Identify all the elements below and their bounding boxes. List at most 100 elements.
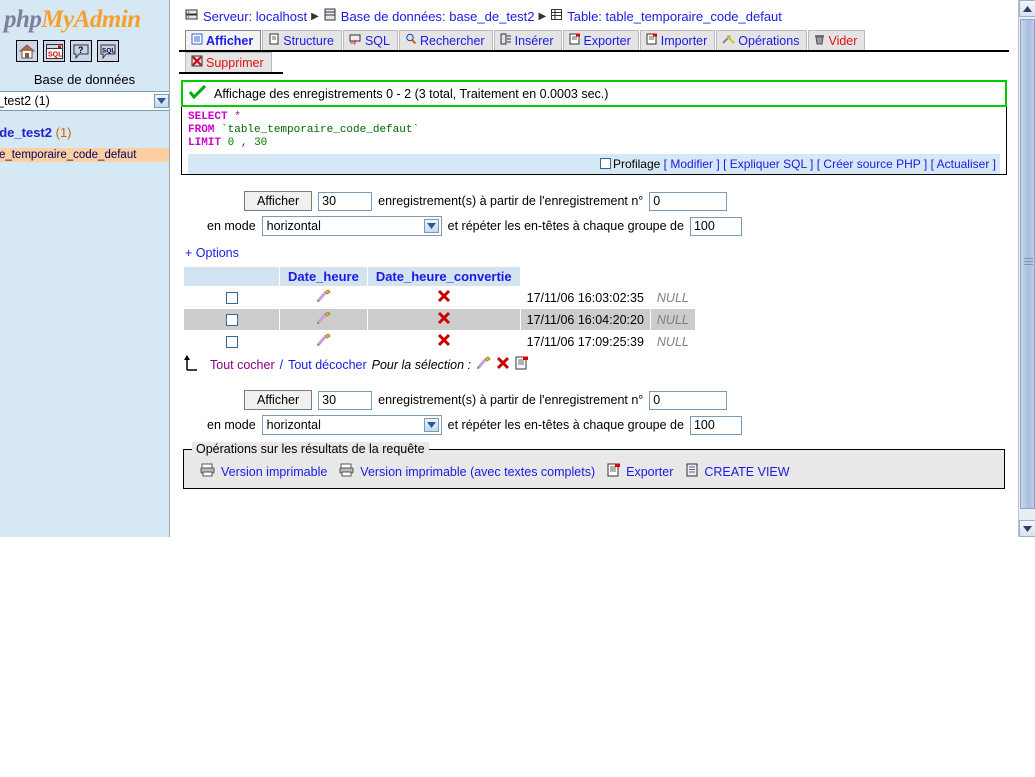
op-export[interactable]: Exporter [607,463,673,480]
vertical-scrollbar[interactable] [1018,0,1035,537]
options-toggle[interactable]: + Options [185,246,1009,260]
mode-select-top[interactable]: horizontal [261,216,442,236]
scroll-down-button[interactable] [1019,520,1035,537]
tab-exporter[interactable]: Exporter [562,30,639,50]
edit-icon[interactable] [316,311,331,328]
breadcrumb-server-link[interactable]: Serveur: localhost [203,9,307,24]
nav-row-mode-top: en mode horizontal et répéter les en-têt… [179,216,1009,236]
logo-my: My [41,6,74,33]
row-checkbox-cell[interactable] [183,308,280,331]
tab-rechercher[interactable]: Rechercher [398,30,493,50]
tab-afficher[interactable]: Afficher [185,30,262,50]
row-checkbox-cell[interactable] [183,330,280,353]
op-printable-version-full-link[interactable]: Version imprimable (avec textes complets… [360,465,595,479]
edit-icon[interactable] [316,289,331,306]
view-icon [685,463,699,480]
tab-inserer[interactable]: Insérer [493,30,562,50]
link-creer-source-php[interactable]: Créer source PHP [823,157,920,171]
phpmyadmin-logo[interactable]: phpMyAdmin [4,6,169,34]
tab-supprimer[interactable]: Supprimer [185,52,272,72]
sidebar-table-item[interactable]: ble_temporaire_code_defaut [0,148,169,162]
rows-input-top[interactable]: 30 [318,191,373,211]
tab-sql[interactable]: sql SQL [342,30,398,50]
chevron-down-icon[interactable] [423,418,439,432]
profiling-checkbox[interactable] [599,158,611,169]
row-delete-cell[interactable] [366,286,521,309]
tab-label: Insérer [514,33,554,48]
edit-icon[interactable] [476,356,491,373]
row-checkbox[interactable] [225,336,238,349]
sql-keyword-select: SELECT [188,111,228,123]
start-input-top[interactable]: 0 [649,191,728,211]
tab-importer[interactable]: Importer [639,30,716,50]
scrollbar-thumb[interactable] [1020,19,1035,509]
row-edit-cell[interactable] [279,330,368,353]
start-input-bottom[interactable]: 0 [649,390,728,410]
row-delete-cell[interactable] [366,308,521,331]
database-select[interactable]: _test2 (1) [0,91,169,111]
query-operations-items: Version imprimable Version imprimable (a… [192,463,996,480]
op-printable-version-link[interactable]: Version imprimable [221,465,327,479]
bracket-open-1: [ [663,157,668,171]
chevron-down-icon[interactable] [154,94,169,108]
row-checkbox[interactable] [225,314,238,327]
op-export-link[interactable]: Exporter [626,465,673,479]
bracket-close-1: ] [716,157,720,171]
scroll-up-button[interactable] [1019,0,1035,17]
uncheck-all-link[interactable]: Tout décocher [288,358,367,372]
rows-input-bottom[interactable]: 30 [318,390,373,410]
delete-icon[interactable] [496,356,510,373]
mode-select-bottom[interactable]: horizontal [261,415,442,435]
svg-text:SQL: SQL [102,47,115,54]
sql-bubble-icon[interactable]: SQL [97,40,119,62]
link-modifier[interactable]: Modifier [670,157,713,171]
link-expliquer-sql[interactable]: Expliquer SQL [730,157,807,171]
show-button-top[interactable]: Afficher [244,191,313,211]
op-printable-version-full[interactable]: Version imprimable (avec textes complets… [339,463,595,480]
import-icon [646,33,658,48]
row-checkbox-cell[interactable] [183,286,280,309]
printer-icon [339,463,355,480]
export-icon[interactable] [515,356,529,373]
tab-structure[interactable]: Structure [262,30,342,50]
table-icon [550,8,563,24]
sql-query-text[interactable]: SELECT * FROM `table_temporaire_code_def… [188,111,1000,150]
tab-vider[interactable]: Vider [808,30,866,50]
table-header-date-heure[interactable]: Date_heure [279,266,368,287]
table-header-date-heure-convertie[interactable]: Date_heure_convertie [366,266,521,287]
sidebar-db-tree-item[interactable]: _de_test2 (1) [0,125,169,140]
tab-operations[interactable]: Opérations [716,30,808,50]
cell-date-heure: 17/11/06 16:04:20:20 [519,308,651,331]
op-create-view[interactable]: CREATE VIEW [685,463,790,480]
row-edit-cell[interactable] [279,286,368,309]
options-label[interactable]: Options [196,246,239,260]
delete-icon[interactable] [437,311,451,328]
row-edit-cell[interactable] [279,308,368,331]
sql-window-icon[interactable]: SQL [43,40,65,62]
delete-icon[interactable] [437,333,451,350]
op-create-view-link[interactable]: CREATE VIEW [704,465,789,479]
export-icon [607,463,621,480]
edit-icon[interactable] [316,333,331,350]
home-icon[interactable] [16,40,38,62]
result-message: Affichage des enregistrements 0 - 2 (3 t… [183,82,1005,105]
cell-date-heure-convertie: NULL [649,308,696,331]
svg-text:sql: sql [350,40,356,45]
cell-date-heure-convertie: NULL [649,286,696,309]
help-bubble-icon[interactable]: ? [70,40,92,62]
delete-icon[interactable] [437,289,451,306]
repeat-input-bottom[interactable]: 100 [689,415,742,435]
breadcrumb-separator-1: ▶ [311,10,319,22]
show-button-bottom[interactable]: Afficher [244,390,313,410]
row-delete-cell[interactable] [366,330,521,353]
repeat-input-top[interactable]: 100 [689,216,742,236]
check-all-link[interactable]: Tout cocher [210,358,275,372]
breadcrumb-table-value: table_temporaire_code_defaut [605,8,782,24]
chevron-down-icon[interactable] [423,219,439,233]
row-checkbox[interactable] [225,292,238,305]
op-printable-version[interactable]: Version imprimable [200,463,327,480]
link-actualiser[interactable]: Actualiser [937,157,990,171]
breadcrumb-database-link[interactable]: Base de données: base_de_test2 [341,9,535,24]
sidebar-database-select-wrap: _test2 (1) [0,91,169,111]
breadcrumb-table-link[interactable]: Table: table_temporaire_code_defaut [567,9,782,24]
